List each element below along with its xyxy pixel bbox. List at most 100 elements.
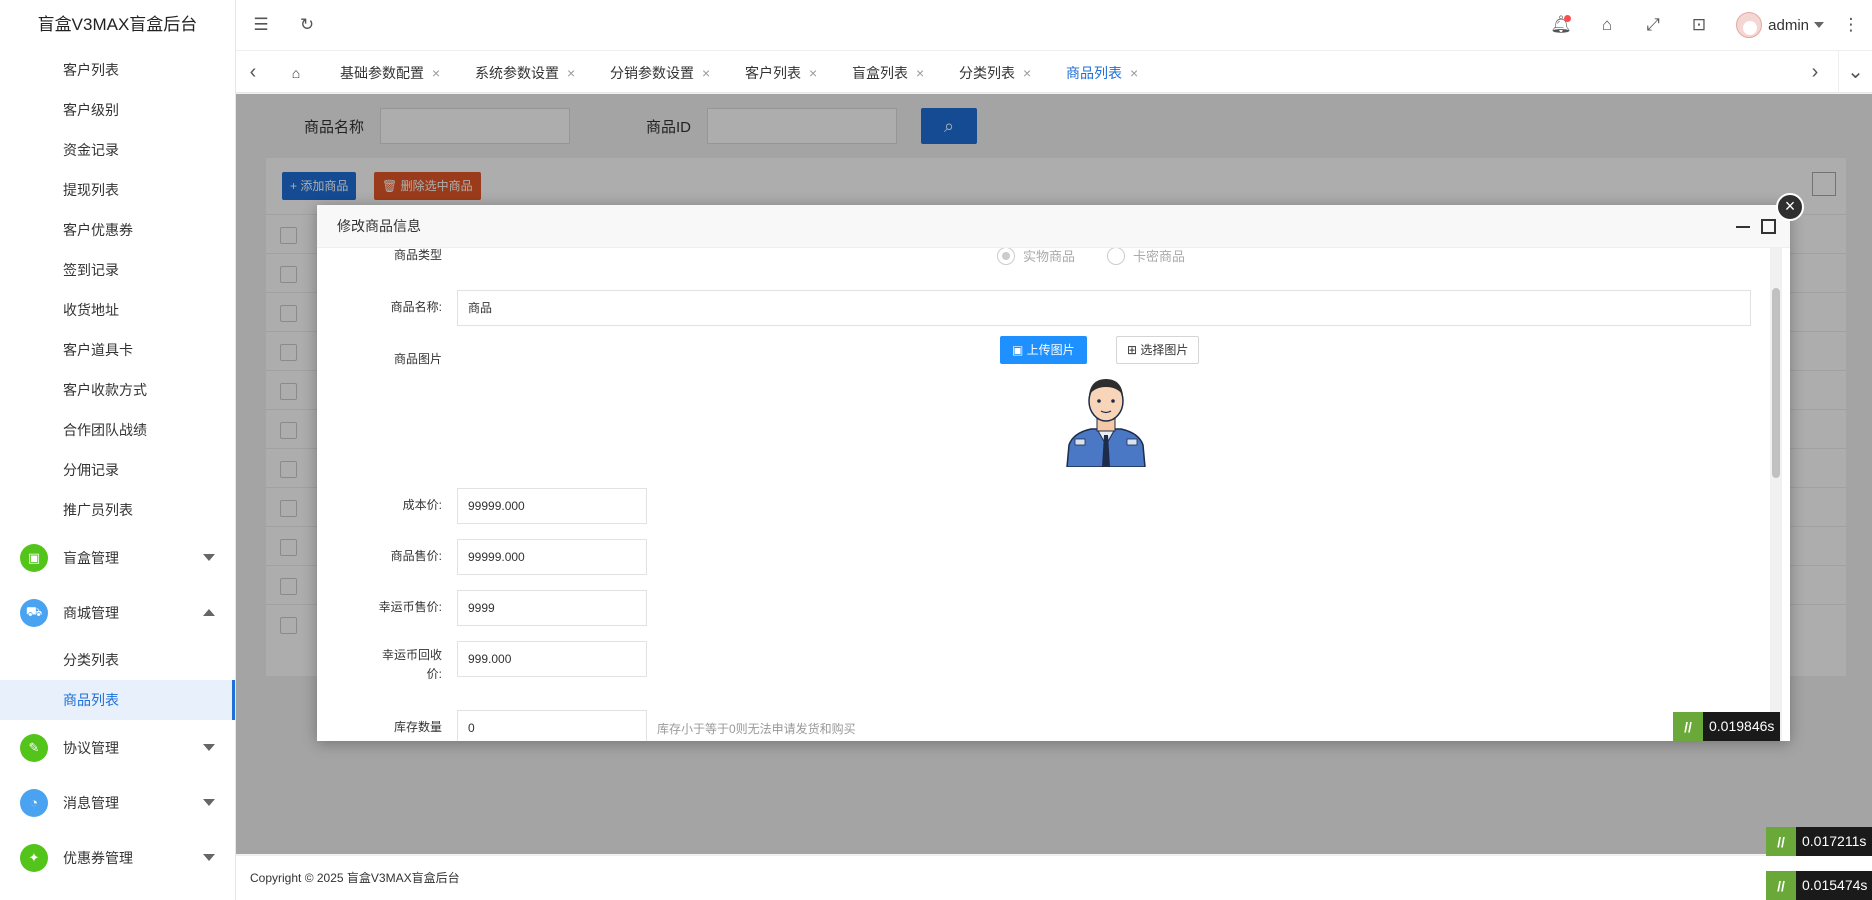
modal-titlebar: 修改商品信息 <box>317 205 1790 248</box>
sidebar-group-message[interactable]: ◔ 消息管理 <box>0 775 235 830</box>
select-image-label: 选择图片 <box>1140 343 1189 357</box>
tab-category-list[interactable]: 分类列表 × <box>945 57 1046 89</box>
radio-label: 实物商品 <box>1023 249 1076 264</box>
tab-label: 盲盒列表 <box>852 65 908 81</box>
sidebar-item-customer-level[interactable]: 客户级别 <box>0 90 235 130</box>
fire-icon: ✦ <box>20 843 48 872</box>
tab-blindbox-list[interactable]: 盲盒列表 × <box>838 57 939 89</box>
sidebar-item-prop-cards[interactable]: 客户道具卡 <box>0 330 235 370</box>
sidebar-item-customer-coupons[interactable]: 客户优惠券 <box>0 210 235 250</box>
sale-price-label: 商品售价: <box>390 549 442 563</box>
close-icon[interactable]: × <box>567 65 575 81</box>
menu-fold-icon[interactable]: ☰ <box>250 14 272 36</box>
cost-price-field[interactable]: 99999.000 <box>457 488 647 524</box>
sidebar-item-promoter-list[interactable]: 推广员列表 <box>0 490 235 530</box>
sidebar-group-mall[interactable]: ⛟ 商城管理 <box>0 585 235 640</box>
sidebar-item-category-list[interactable]: 分类列表 <box>0 640 235 680</box>
chevron-down-icon <box>1814 22 1824 28</box>
close-icon[interactable]: × <box>432 65 440 81</box>
tab-label: 系统参数设置 <box>475 65 559 81</box>
tab-home[interactable]: ⌂ <box>276 57 316 89</box>
modal-close-button[interactable]: × <box>1776 193 1804 221</box>
cost-price-label: 成本价: <box>402 498 442 512</box>
product-image-label: 商品图片 <box>393 352 442 366</box>
gift-icon: ▣ <box>20 543 48 572</box>
upload-image-label: 上传图片 <box>1026 343 1075 357</box>
sidebar-group-blindbox[interactable]: ▣ 盲盒管理 <box>0 530 235 585</box>
sidebar-item-team-performance[interactable]: 合作团队战绩 <box>0 410 235 450</box>
product-name-label: 商品名称: <box>390 300 442 314</box>
fullscreen-icon[interactable]: ⤢ <box>1642 14 1664 36</box>
minimize-icon[interactable] <box>1736 226 1750 228</box>
sidebar-item-fund-records[interactable]: 资金记录 <box>0 130 235 170</box>
sidebar-group-label: 盲盒管理 <box>63 549 119 566</box>
chevron-up-icon <box>203 609 215 616</box>
chevron-down-icon <box>203 554 215 561</box>
document-icon: ✎ <box>20 733 48 762</box>
sidebar-item-checkin-records[interactable]: 签到记录 <box>0 250 235 290</box>
image-icon: ▣ <box>1012 343 1027 357</box>
tab-bar: ‹ ⌂ 基础参数配置 × 系统参数设置 × 分销参数设置 × 客户列表 × 盲盒列表 × … <box>236 51 1872 93</box>
bell-icon[interactable]: 🔔︎ <box>1550 14 1572 36</box>
app-logo-title: 盲盒V3MAX盲盒后台 <box>37 15 198 34</box>
tab-system-params[interactable]: 系统参数设置 × <box>461 57 590 89</box>
sidebar-item-shipping-address[interactable]: 收货地址 <box>0 290 235 330</box>
close-icon[interactable]: × <box>702 65 710 81</box>
sidebar-group-coupon[interactable]: ✦ 优惠券管理 <box>0 830 235 885</box>
chevron-down-icon <box>203 854 215 861</box>
lock-icon[interactable]: ⊡ <box>1688 14 1710 36</box>
product-image-thumbnail <box>1066 379 1146 467</box>
modal-scrollbar[interactable] <box>1770 248 1782 741</box>
sidebar-group-agreement[interactable]: ✎ 协议管理 <box>0 720 235 775</box>
lucky-coin-recycle-label: 幸运币回收价: <box>382 648 443 681</box>
sidebar-item-product-list[interactable]: 商品列表 <box>0 680 235 720</box>
tab-distribution-params[interactable]: 分销参数设置 × <box>596 57 725 89</box>
product-type-label: 商品类型 <box>393 248 442 262</box>
tab-menu-chevron-down-icon[interactable]: ⌄ <box>1838 51 1872 93</box>
close-icon[interactable]: × <box>809 65 817 81</box>
product-name-field[interactable]: 商品 <box>457 290 1751 326</box>
sale-price-field[interactable]: 99999.000 <box>457 539 647 575</box>
sidebar-group-label: 协议管理 <box>63 739 119 756</box>
close-icon[interactable]: × <box>1130 65 1138 81</box>
timer-icon: // <box>1766 827 1796 856</box>
stock-field[interactable]: 0 <box>457 710 647 741</box>
radio-physical-product[interactable]: 实物商品 <box>997 248 1075 265</box>
lucky-coin-recycle-field[interactable]: 999.000 <box>457 641 647 677</box>
timer-badge: // 0.015474s <box>1766 871 1872 900</box>
close-icon: × <box>1784 196 1796 216</box>
tab-scroll-left-icon[interactable]: ‹ <box>236 51 270 93</box>
upload-image-button[interactable]: ▣ 上传图片 <box>1000 336 1087 364</box>
home-icon: ⌂ <box>291 65 301 81</box>
timer-icon: // <box>1673 712 1703 741</box>
radio-dot <box>1107 248 1125 265</box>
refresh-icon[interactable]: ↻ <box>296 14 318 36</box>
sidebar-item-payment-methods[interactable]: 客户收款方式 <box>0 370 235 410</box>
tag-icon[interactable]: ⌂ <box>1596 14 1618 36</box>
select-image-button[interactable]: ⊞ 选择图片 <box>1116 336 1200 364</box>
sidebar-item-customer-list[interactable]: 客户列表 <box>0 50 235 90</box>
close-icon[interactable]: × <box>916 65 924 81</box>
modal-title: 修改商品信息 <box>337 218 421 234</box>
close-icon[interactable]: × <box>1023 65 1031 81</box>
top-header: ☰ ↻ 🔔︎ ⌂ ⤢ ⊡ admin ⋮ <box>236 0 1872 51</box>
maximize-icon[interactable] <box>1761 219 1776 234</box>
timer-icon: // <box>1766 871 1796 900</box>
lucky-coin-price-field[interactable]: 9999 <box>457 590 647 626</box>
tab-scroll-right-icon[interactable]: › <box>1798 51 1832 93</box>
sidebar-item-commission-records[interactable]: 分佣记录 <box>0 450 235 490</box>
more-icon[interactable]: ⋮ <box>1840 14 1862 36</box>
radio-card-product[interactable]: 卡密商品 <box>1107 248 1185 265</box>
tab-label: 分类列表 <box>959 65 1015 81</box>
tab-base-params[interactable]: 基础参数配置 × <box>326 57 455 89</box>
tab-product-list[interactable]: 商品列表 × <box>1052 57 1153 89</box>
sidebar-item-withdraw-list[interactable]: 提现列表 <box>0 170 235 210</box>
scrollbar-thumb[interactable] <box>1772 288 1780 478</box>
tab-customer-list[interactable]: 客户列表 × <box>731 57 832 89</box>
user-menu[interactable]: admin <box>1736 12 1824 38</box>
lucky-coin-price-label: 幸运币售价: <box>378 600 442 614</box>
stock-hint: 库存小于等于0则无法申请发货和购买 <box>657 722 856 736</box>
table-icon: ⊞ <box>1127 343 1141 357</box>
tab-label: 基础参数配置 <box>340 65 424 81</box>
bell-icon: ◔ <box>20 788 48 817</box>
